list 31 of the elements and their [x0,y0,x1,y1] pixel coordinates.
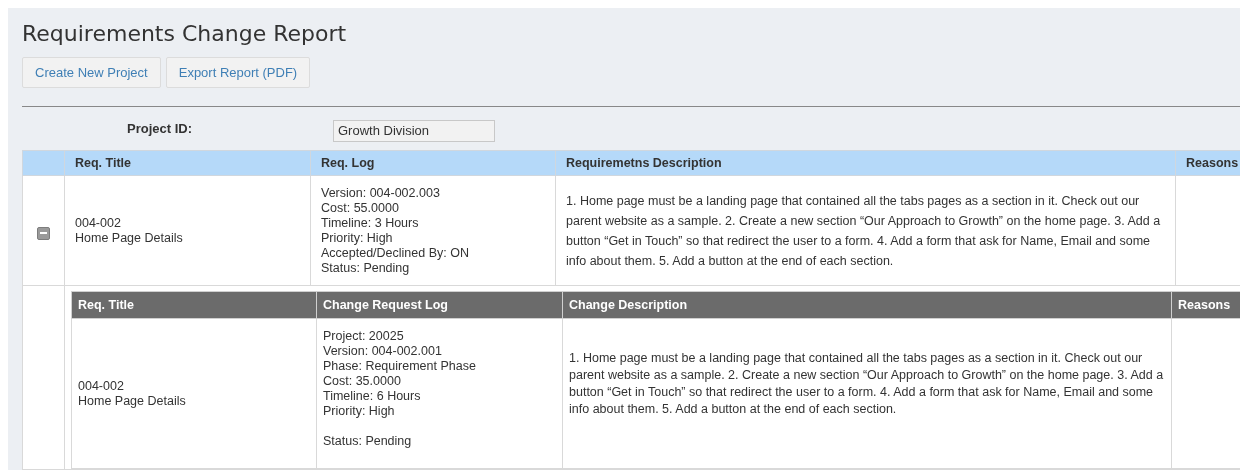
action-button[interactable]: Export Report (PDF) [165,57,311,88]
column-header: Reasons [1175,150,1240,176]
log-line: Cost: 55.0000 [321,200,399,216]
description-text: 1. Home page must be a landing page that contained all the tabs pages as a section in it. Check out our parent website as a sample. 2. Create a new section “Our Approach to Growth” on the home page. 3. Add a button “Get in Touch” so that redirect the user to a form. 4. Add a form that ask for Name, Email and some info about them. 5. Add a button at the end of each section. [569,349,1165,418]
log-line: Status: Pending [323,434,412,449]
log-line: Version: 004-002.003 [321,185,440,201]
log-line: Project: 20025 [323,329,404,344]
column-header: Reasons [1171,291,1240,319]
project-id-field[interactable]: Growth Division [333,120,495,142]
log-line: Cost: 35.0000 [323,374,401,389]
log-line: Timeline: 6 Hours [323,389,421,404]
column-header: Req. Title [71,291,317,319]
log-line: Priority: High [323,404,395,419]
action-button[interactable]: Create New Project [22,57,161,88]
collapse-icon[interactable] [37,226,50,240]
req-title: 004-002 Home Page Details [78,378,186,409]
log-line: Timeline: 3 Hours [321,215,419,231]
column-header: Req. Log [310,150,556,176]
project-id-label: Project ID: [127,120,193,139]
column-header: Requiremetns Description [555,150,1176,176]
log-line: Accepted/Declined By: ON [321,245,469,261]
column-header: Change Request Log [316,291,563,319]
column-header: Req. Title [64,150,311,176]
log-line: Status: Pending [321,260,410,276]
log-line: Priority: High [321,230,393,246]
req-title: 004-002 Home Page Details [75,215,183,246]
log-line: Version: 004-002.001 [323,344,442,359]
column-header: Change Description [562,291,1172,319]
log-line: Phase: Requirement Phase [323,359,476,374]
page-title: Requirements Change Report [22,20,347,48]
description-text: 1. Home page must be a landing page that contained all the tabs pages as a section in it. Check out our parent website as a sample. 2. Create a new section “Our Approach to Growth” on the home page. 3. Add a button “Get in Touch” so that redirect the user to a form. 4. Add a form that ask for Name, Email and some info about them. 5. Add a button at the end of each section. [566,192,1162,270]
